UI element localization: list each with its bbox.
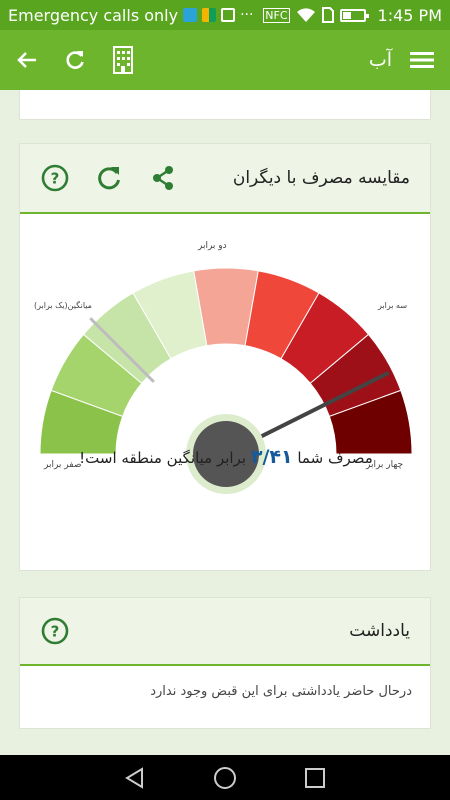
note-body-text: درحال حاضر یادداشتی برای این قبض وجود ند… bbox=[150, 684, 412, 699]
consumption-result: مصرف شما ۳/۴۱ برابر میانگین منطقه است! bbox=[20, 446, 432, 468]
menu-icon[interactable] bbox=[410, 51, 434, 69]
carrier-text: Emergency calls only bbox=[8, 5, 179, 25]
building-icon[interactable] bbox=[112, 45, 134, 75]
app-notification-icon bbox=[183, 8, 198, 22]
nfc-icon: NFC bbox=[263, 7, 290, 23]
result-value: ۳/۴۱ bbox=[250, 446, 293, 468]
help-icon: ? bbox=[41, 164, 69, 192]
status-bar: Emergency calls only ··· NFC 1:45 PM bbox=[0, 0, 450, 30]
note-card: ? یادداشت درحال حاضر یادداشتی برای این ق… bbox=[19, 597, 431, 729]
note-card-header: ? یادداشت bbox=[20, 598, 430, 666]
gauge-label-average: میانگین(یک برابر) bbox=[34, 301, 92, 310]
sim-icon bbox=[321, 7, 334, 23]
help-icon: ? bbox=[41, 617, 69, 645]
help-button[interactable]: ? bbox=[40, 163, 70, 193]
note-card-title: یادداشت bbox=[349, 621, 410, 641]
refresh-button[interactable] bbox=[94, 163, 124, 193]
app-bar: آب bbox=[0, 30, 450, 90]
comparison-card-title: مقایسه مصرف با دیگران bbox=[232, 168, 410, 188]
more-notifications-icon: ··· bbox=[240, 7, 254, 23]
svg-text:?: ? bbox=[51, 623, 60, 641]
back-arrow-icon[interactable] bbox=[16, 49, 38, 71]
system-nav-bar bbox=[0, 755, 450, 800]
refresh-icon bbox=[98, 167, 120, 190]
page-title: آب bbox=[368, 49, 392, 71]
result-prefix: مصرف شما bbox=[297, 449, 373, 467]
back-triangle-icon[interactable] bbox=[124, 766, 146, 789]
comparison-card: ? مقایسه مصرف با دیگران دو برابر میانگین… bbox=[19, 143, 431, 571]
gauge-label-double: دو برابر bbox=[198, 241, 227, 251]
share-icon bbox=[153, 166, 173, 190]
previous-card bbox=[19, 90, 431, 120]
svg-text:?: ? bbox=[51, 170, 60, 188]
result-suffix: برابر میانگین منطقه است! bbox=[79, 449, 247, 467]
comparison-card-header: ? مقایسه مصرف با دیگران bbox=[20, 144, 430, 214]
recents-square-icon[interactable] bbox=[304, 767, 326, 789]
image-notification-icon bbox=[221, 8, 236, 22]
photos-notification-icon bbox=[202, 8, 217, 22]
battery-icon bbox=[339, 8, 369, 22]
clock-text: 1:45 PM bbox=[377, 5, 442, 25]
refresh-icon[interactable] bbox=[64, 49, 86, 71]
gauge-label-triple: سه برابر bbox=[378, 301, 408, 310]
share-button[interactable] bbox=[148, 163, 178, 193]
note-help-button[interactable]: ? bbox=[40, 616, 70, 646]
wifi-icon bbox=[296, 8, 315, 22]
home-circle-icon[interactable] bbox=[213, 766, 237, 790]
